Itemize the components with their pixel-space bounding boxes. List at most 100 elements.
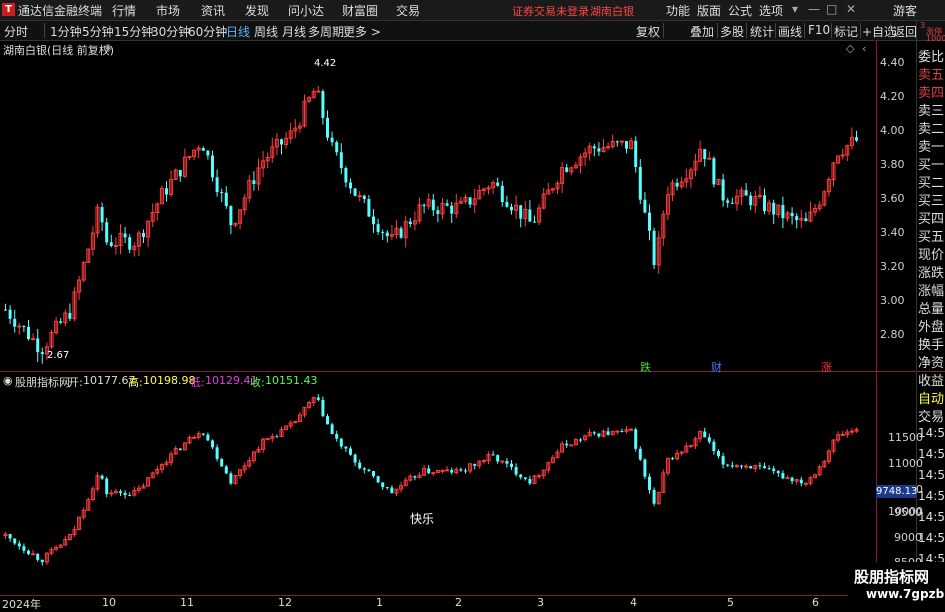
candle-body [629, 428, 634, 431]
period-tab-1min[interactable]: 1分钟 [50, 23, 82, 40]
candle-body [776, 471, 780, 474]
candle-body [362, 468, 366, 470]
close-icon[interactable]: ✕ [846, 2, 856, 16]
candle-body [450, 469, 454, 473]
candle-body [22, 546, 26, 551]
marker-finance[interactable]: 财 [711, 359, 722, 375]
candle-body [59, 321, 63, 323]
x-tick: 12 [278, 596, 292, 609]
candle-body [339, 152, 343, 169]
menu-dropdown-icon[interactable]: ▾ [792, 2, 798, 16]
main-candlestick-chart[interactable] [0, 41, 876, 371]
candle-body [376, 224, 380, 232]
menu-item-options[interactable]: 选项 [759, 2, 783, 19]
sidebar-trade[interactable]: 交易 [918, 406, 944, 425]
candle-body [496, 455, 500, 462]
indicator-title: 股朋指标网 [15, 376, 70, 389]
low-price-label: 2.67 [47, 350, 70, 361]
y-tick: 3.00 [880, 294, 905, 307]
guest-user[interactable]: 游客 [893, 2, 917, 19]
sidebar-top-3: 3 [920, 21, 926, 30]
period-tab-weekly[interactable]: 周线 [254, 23, 278, 40]
tool-multi-stock[interactable]: 多股 [720, 23, 744, 40]
stock-name: 湖南白银 [590, 5, 634, 18]
tool-mark[interactable]: 标记 [834, 23, 858, 40]
candle-body [500, 185, 504, 202]
period-tab-multi[interactable]: 多周期 [308, 23, 344, 40]
candle-body [717, 451, 720, 457]
sidebar-item: 买三 [918, 194, 945, 209]
x-tick: 4 [630, 596, 637, 609]
y-tick: 4.40 [880, 56, 905, 69]
login-notice[interactable]: 证券交易未登录 [512, 3, 589, 19]
minimize-icon[interactable]: — [808, 2, 820, 16]
candle-body [372, 471, 375, 477]
candle-body [790, 212, 794, 217]
period-tab-monthly[interactable]: 月线 [282, 23, 306, 40]
menu-item-formula[interactable]: 公式 [728, 2, 752, 19]
candle-body [40, 559, 44, 563]
candle-body [362, 195, 366, 200]
menu-item-function[interactable]: 功能 [666, 2, 690, 19]
candle-body [123, 233, 127, 238]
candle-body [450, 205, 454, 214]
tool-overlay[interactable]: 叠加 [690, 23, 714, 40]
menu-item-discover[interactable]: 发现 [245, 2, 269, 19]
candle-body [8, 309, 12, 319]
period-tab-60min[interactable]: 60分钟 [188, 23, 227, 40]
maximize-icon[interactable]: □ [826, 2, 837, 16]
menu-item-trade[interactable]: 交易 [396, 2, 420, 19]
tool-draw-line[interactable]: 画线 [778, 23, 802, 40]
candle-body [36, 553, 40, 560]
period-toolbar: 分时 1分钟 5分钟 15分钟 30分钟 60分钟 日线 周线 月线 多周期 更… [0, 21, 945, 41]
candle-body [206, 150, 210, 156]
candle-body [597, 433, 601, 437]
candle-body [27, 326, 30, 339]
indicator-gear-icon[interactable]: ◉ [3, 374, 13, 387]
menu-item-news[interactable]: 资讯 [201, 2, 225, 19]
menu-item-market[interactable]: 市场 [156, 2, 180, 19]
menu-item-wealth-circle[interactable]: 财富圈 [342, 2, 378, 19]
period-tab-daily[interactable]: 日线 [226, 23, 250, 40]
tool-f10[interactable]: F10 [808, 23, 830, 37]
tool-back[interactable]: 返回 [893, 23, 917, 40]
period-tab-5min[interactable]: 5分钟 [82, 23, 114, 40]
sidebar-time: 14:5 [918, 468, 945, 482]
candle-body [109, 242, 113, 246]
tool-stats[interactable]: 统计 [750, 23, 774, 40]
tool-fuquan[interactable]: 复权 [636, 23, 660, 40]
period-tab-15min[interactable]: 15分钟 [114, 23, 153, 40]
period-tab-fenshi[interactable]: 分时 [4, 23, 28, 40]
candle-body [592, 146, 596, 149]
candle-body [36, 338, 40, 353]
sidebar-item: 涨跌 [918, 266, 945, 281]
candle-body [8, 534, 12, 539]
period-tab-more[interactable]: 更多 > [343, 23, 381, 40]
candle-body [707, 157, 712, 160]
candle-body [763, 466, 766, 469]
menu-item-layout[interactable]: 版面 [697, 2, 721, 19]
marker-rise[interactable]: 涨 [821, 359, 832, 375]
y-tick: 3.40 [880, 226, 905, 239]
high-label: 高: [128, 376, 143, 389]
candle-body [275, 436, 279, 438]
period-tab-30min[interactable]: 30分钟 [151, 23, 190, 40]
candle-body [27, 550, 30, 555]
sidebar-auto[interactable]: 自动 [918, 388, 944, 407]
candle-body [178, 170, 182, 177]
candle-body [744, 190, 748, 196]
candle-body [339, 438, 343, 447]
candle-body [781, 473, 785, 479]
marker-fall[interactable]: 跌 [640, 359, 651, 375]
menu-item-wenxiaoda[interactable]: 问小达 [288, 2, 324, 19]
candle-body [459, 469, 463, 471]
candle-body [165, 188, 168, 195]
indicator-candlestick-chart[interactable] [0, 373, 876, 595]
y-tick: 3.80 [880, 158, 905, 171]
candle-body [533, 221, 536, 223]
candle-body [353, 188, 357, 196]
menu-item-market-quote[interactable]: 行情 [112, 2, 136, 19]
candle-body [634, 140, 638, 168]
sidebar-item: 换手 [918, 338, 945, 353]
candle-body [211, 440, 214, 448]
